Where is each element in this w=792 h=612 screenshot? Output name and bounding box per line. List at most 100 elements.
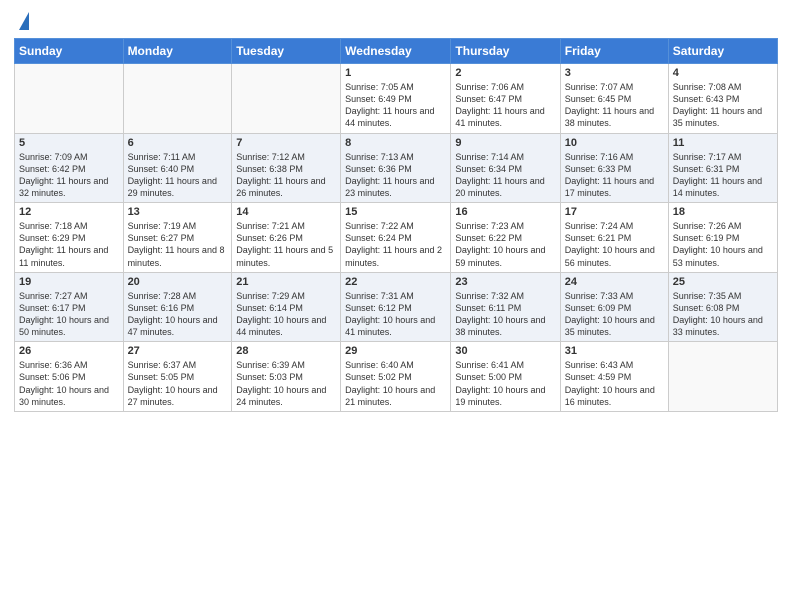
day-number: 3 xyxy=(565,67,664,79)
sunrise-text: Sunrise: 7:24 AM xyxy=(565,220,664,232)
sunrise-text: Sunrise: 7:19 AM xyxy=(128,220,228,232)
day-number: 19 xyxy=(19,276,119,288)
sunrise-text: Sunrise: 6:36 AM xyxy=(19,359,119,371)
day-info: Sunrise: 6:36 AMSunset: 5:06 PMDaylight:… xyxy=(19,359,119,408)
day-info: Sunrise: 7:07 AMSunset: 6:45 PMDaylight:… xyxy=(565,81,664,130)
day-number: 4 xyxy=(673,67,773,79)
sunset-text: Sunset: 5:06 PM xyxy=(19,371,119,383)
calendar-day: 29Sunrise: 6:40 AMSunset: 5:02 PMDayligh… xyxy=(341,342,451,412)
sunrise-text: Sunrise: 7:06 AM xyxy=(455,81,555,93)
day-info: Sunrise: 7:09 AMSunset: 6:42 PMDaylight:… xyxy=(19,151,119,200)
day-number: 18 xyxy=(673,206,773,218)
daylight-text: Daylight: 10 hours and 27 minutes. xyxy=(128,384,228,408)
daylight-text: Daylight: 10 hours and 44 minutes. xyxy=(236,314,336,338)
daylight-text: Daylight: 11 hours and 29 minutes. xyxy=(128,175,228,199)
day-number: 13 xyxy=(128,206,228,218)
day-number: 16 xyxy=(455,206,555,218)
sunrise-text: Sunrise: 7:22 AM xyxy=(345,220,446,232)
day-info: Sunrise: 7:16 AMSunset: 6:33 PMDaylight:… xyxy=(565,151,664,200)
sunset-text: Sunset: 6:09 PM xyxy=(565,302,664,314)
day-info: Sunrise: 7:33 AMSunset: 6:09 PMDaylight:… xyxy=(565,290,664,339)
sunrise-text: Sunrise: 7:33 AM xyxy=(565,290,664,302)
day-info: Sunrise: 6:43 AMSunset: 4:59 PMDaylight:… xyxy=(565,359,664,408)
calendar-header-thursday: Thursday xyxy=(451,39,560,64)
day-number: 11 xyxy=(673,137,773,149)
sunset-text: Sunset: 6:22 PM xyxy=(455,232,555,244)
day-info: Sunrise: 7:19 AMSunset: 6:27 PMDaylight:… xyxy=(128,220,228,269)
sunrise-text: Sunrise: 6:40 AM xyxy=(345,359,446,371)
calendar-day: 16 Sunrise: 7:23 AMSunset: 6:22 PMDayligh… xyxy=(451,203,560,273)
calendar-day: 11 Sunrise: 7:17 AMSunset: 6:31 PMDayligh… xyxy=(668,133,777,203)
daylight-text: Daylight: 11 hours and 44 minutes. xyxy=(345,105,446,129)
day-number: 15 xyxy=(345,206,446,218)
sunset-text: Sunset: 6:19 PM xyxy=(673,232,773,244)
daylight-text: Daylight: 11 hours and 23 minutes. xyxy=(345,175,446,199)
sunset-text: Sunset: 6:26 PM xyxy=(236,232,336,244)
day-number: 20 xyxy=(128,276,228,288)
sunset-text: Sunset: 6:17 PM xyxy=(19,302,119,314)
daylight-text: Daylight: 10 hours and 16 minutes. xyxy=(565,384,664,408)
day-number: 30 xyxy=(455,345,555,357)
day-info: Sunrise: 7:32 AMSunset: 6:11 PMDaylight:… xyxy=(455,290,555,339)
calendar-day xyxy=(15,64,124,134)
calendar-day: 3 Sunrise: 7:07 AMSunset: 6:45 PMDaylight… xyxy=(560,64,668,134)
day-info: Sunrise: 7:08 AMSunset: 6:43 PMDaylight:… xyxy=(673,81,773,130)
day-number: 25 xyxy=(673,276,773,288)
sunset-text: Sunset: 4:59 PM xyxy=(565,371,664,383)
sunset-text: Sunset: 5:05 PM xyxy=(128,371,228,383)
sunset-text: Sunset: 6:45 PM xyxy=(565,93,664,105)
sunset-text: Sunset: 6:40 PM xyxy=(128,163,228,175)
day-number: 23 xyxy=(455,276,555,288)
day-info: Sunrise: 7:05 AMSunset: 6:49 PMDaylight:… xyxy=(345,81,446,130)
daylight-text: Daylight: 10 hours and 35 minutes. xyxy=(565,314,664,338)
calendar-day: 1 Sunrise: 7:05 AMSunset: 6:49 PMDaylight… xyxy=(341,64,451,134)
day-number: 31 xyxy=(565,345,664,357)
calendar-week-1: 1 Sunrise: 7:05 AMSunset: 6:49 PMDaylight… xyxy=(15,64,778,134)
daylight-text: Daylight: 11 hours and 41 minutes. xyxy=(455,105,555,129)
day-info: Sunrise: 7:29 AMSunset: 6:14 PMDaylight:… xyxy=(236,290,336,339)
day-number: 10 xyxy=(565,137,664,149)
calendar-header-friday: Friday xyxy=(560,39,668,64)
daylight-text: Daylight: 11 hours and 32 minutes. xyxy=(19,175,119,199)
daylight-text: Daylight: 11 hours and 5 minutes. xyxy=(236,244,336,268)
sunrise-text: Sunrise: 7:29 AM xyxy=(236,290,336,302)
day-info: Sunrise: 7:31 AMSunset: 6:12 PMDaylight:… xyxy=(345,290,446,339)
sunset-text: Sunset: 6:12 PM xyxy=(345,302,446,314)
calendar-day: 15Sunrise: 7:22 AMSunset: 6:24 PMDayligh… xyxy=(341,203,451,273)
sunrise-text: Sunrise: 6:37 AM xyxy=(128,359,228,371)
calendar-day: 20Sunrise: 7:28 AMSunset: 6:16 PMDayligh… xyxy=(123,272,232,342)
daylight-text: Daylight: 10 hours and 41 minutes. xyxy=(345,314,446,338)
sunrise-text: Sunrise: 7:35 AM xyxy=(673,290,773,302)
daylight-text: Daylight: 10 hours and 50 minutes. xyxy=(19,314,119,338)
day-info: Sunrise: 7:17 AMSunset: 6:31 PMDaylight:… xyxy=(673,151,773,200)
daylight-text: Daylight: 11 hours and 8 minutes. xyxy=(128,244,228,268)
sunrise-text: Sunrise: 7:07 AM xyxy=(565,81,664,93)
day-number: 14 xyxy=(236,206,336,218)
calendar-day: 22Sunrise: 7:31 AMSunset: 6:12 PMDayligh… xyxy=(341,272,451,342)
sunset-text: Sunset: 6:24 PM xyxy=(345,232,446,244)
day-info: Sunrise: 7:35 AMSunset: 6:08 PMDaylight:… xyxy=(673,290,773,339)
calendar-header-sunday: Sunday xyxy=(15,39,124,64)
day-number: 2 xyxy=(455,67,555,79)
sunset-text: Sunset: 6:31 PM xyxy=(673,163,773,175)
calendar-week-3: 12Sunrise: 7:18 AMSunset: 6:29 PMDayligh… xyxy=(15,203,778,273)
day-number: 28 xyxy=(236,345,336,357)
daylight-text: Daylight: 11 hours and 17 minutes. xyxy=(565,175,664,199)
day-number: 1 xyxy=(345,67,446,79)
daylight-text: Daylight: 10 hours and 30 minutes. xyxy=(19,384,119,408)
sunrise-text: Sunrise: 7:31 AM xyxy=(345,290,446,302)
sunrise-text: Sunrise: 6:43 AM xyxy=(565,359,664,371)
day-info: Sunrise: 7:23 AMSunset: 6:22 PMDaylight:… xyxy=(455,220,555,269)
daylight-text: Daylight: 10 hours and 59 minutes. xyxy=(455,244,555,268)
day-info: Sunrise: 7:13 AMSunset: 6:36 PMDaylight:… xyxy=(345,151,446,200)
calendar-day: 8Sunrise: 7:13 AMSunset: 6:36 PMDaylight… xyxy=(341,133,451,203)
sunset-text: Sunset: 6:27 PM xyxy=(128,232,228,244)
sunrise-text: Sunrise: 7:17 AM xyxy=(673,151,773,163)
logo-triangle-icon xyxy=(19,12,29,30)
calendar-day: 28Sunrise: 6:39 AMSunset: 5:03 PMDayligh… xyxy=(232,342,341,412)
day-info: Sunrise: 7:14 AMSunset: 6:34 PMDaylight:… xyxy=(455,151,555,200)
logo xyxy=(14,10,29,30)
day-info: Sunrise: 7:27 AMSunset: 6:17 PMDaylight:… xyxy=(19,290,119,339)
sunset-text: Sunset: 6:14 PM xyxy=(236,302,336,314)
sunrise-text: Sunrise: 7:28 AM xyxy=(128,290,228,302)
